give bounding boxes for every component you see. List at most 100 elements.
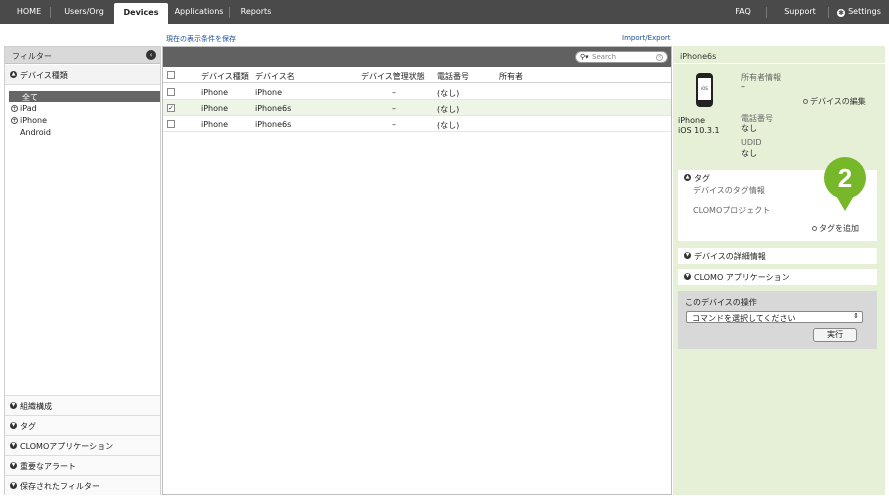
- cell-status: –: [392, 104, 396, 113]
- cell-phone: (なし): [437, 105, 460, 114]
- callout-pointer: [835, 194, 855, 211]
- add-tag-label: タグを追加: [819, 224, 859, 233]
- chevron-down-icon: ▼: [10, 462, 17, 469]
- detail-info-label: デバイスの詳細情報: [694, 252, 766, 261]
- clomo-app-section[interactable]: ▼ CLOMO アプリケーション: [678, 269, 877, 285]
- top-navigation: HOME Users/Org Devices Applications Repo…: [0, 0, 889, 24]
- cell-device-name: iPhone: [255, 88, 283, 97]
- nav-separator: [229, 7, 230, 18]
- divider: [673, 63, 885, 64]
- filter-title: フィルター: [12, 52, 52, 61]
- gear-icon: ✱: [837, 9, 846, 17]
- select-all-checkbox[interactable]: [167, 71, 175, 79]
- sidebar-section-tag[interactable]: ▼ タグ: [5, 415, 160, 435]
- filter-sidebar: フィルター ‹ ▲ デバイス種類 全て + iPad + iPhone Andr…: [4, 46, 161, 495]
- column-header[interactable]: デバイス管理状態: [361, 71, 425, 82]
- column-header[interactable]: 電話番号: [437, 71, 469, 82]
- sidebar-section-label: 保存されたフィルター: [20, 482, 100, 491]
- nav-support-link[interactable]: Support: [780, 0, 820, 24]
- edit-device-link[interactable]: デバイスの編集: [803, 96, 866, 107]
- cell-status: –: [392, 120, 396, 129]
- device-model: iPhone: [678, 116, 706, 125]
- tag-section-title[interactable]: タグ: [694, 173, 710, 184]
- circle-bullet-icon: [812, 226, 817, 231]
- device-os: iOS 10.3.1: [678, 126, 720, 135]
- search-placeholder: Search: [592, 53, 617, 61]
- edit-device-label: デバイスの編集: [810, 97, 866, 106]
- import-export-link[interactable]: Import/Export: [622, 34, 671, 42]
- device-detail-title: iPhone6s: [680, 52, 717, 61]
- nav-settings-link[interactable]: ✱ Settings: [834, 0, 884, 24]
- owner-label: 所有者情報: [741, 73, 781, 82]
- table-row[interactable]: iPhone iPhone – (なし): [163, 84, 671, 100]
- detail-info-section[interactable]: ▼ デバイスの詳細情報: [678, 248, 877, 264]
- chevron-down-icon: ▼: [10, 422, 17, 429]
- cell-device-type: iPhone: [201, 88, 229, 97]
- expand-plus-icon[interactable]: +: [11, 105, 18, 112]
- filter-item-label: iPad: [20, 104, 37, 113]
- filter-item-ipad[interactable]: + iPad: [5, 103, 160, 114]
- device-table-panel: ⚲▾ Search × デバイス種類 デバイス名 デバイス管理状態 電話番号 所…: [162, 46, 672, 495]
- chevron-down-icon: ▼: [10, 482, 17, 489]
- chevron-up-icon: ▲: [10, 71, 17, 78]
- collapse-left-icon[interactable]: ‹: [146, 50, 156, 60]
- nav-tab-reports[interactable]: Reports: [234, 0, 278, 24]
- sidebar-section-org[interactable]: ▼ 組織構成: [5, 395, 160, 415]
- device-operation-section: このデバイスの操作 コマンドを選択してください ⇕ 実行: [678, 291, 877, 349]
- nav-separator: [766, 7, 767, 18]
- nav-tab-users-org[interactable]: Users/Org: [56, 0, 112, 24]
- cell-phone: (なし): [437, 121, 460, 130]
- filter-item-label: iPhone: [20, 116, 48, 125]
- updown-arrow-icon: ⇕: [853, 312, 859, 320]
- table-row[interactable]: ✓ iPhone iPhone6s – (なし): [163, 100, 671, 116]
- cell-device-type: iPhone: [201, 104, 229, 113]
- settings-label: Settings: [848, 7, 881, 16]
- udid-value: なし: [741, 149, 757, 158]
- filter-item-all-label: 全て: [22, 93, 38, 102]
- chevron-down-icon: ▼: [684, 273, 691, 280]
- execute-button[interactable]: 実行: [813, 328, 857, 342]
- filter-item-android[interactable]: Android: [5, 127, 160, 138]
- row-checkbox[interactable]: [167, 120, 175, 128]
- callout-marker: 2: [824, 157, 866, 211]
- command-select[interactable]: コマンドを選択してください ⇕: [686, 311, 863, 323]
- nav-tab-home[interactable]: HOME: [8, 0, 50, 24]
- column-header[interactable]: デバイス種類: [201, 71, 249, 82]
- sidebar-section-label: 組織構成: [20, 402, 52, 411]
- nav-tab-applications[interactable]: Applications: [172, 0, 226, 24]
- cell-status: –: [392, 88, 396, 97]
- row-checkbox-checked[interactable]: ✓: [167, 104, 175, 112]
- device-detail-panel: iPhone6s iOS iPhone iOS 10.3.1 所有者情報 – デ…: [673, 46, 885, 495]
- clear-icon[interactable]: ×: [656, 54, 663, 61]
- device-type-label: デバイス種類: [20, 71, 68, 80]
- sidebar-section-clomo-app[interactable]: ▼ CLOMOアプリケーション: [5, 435, 160, 455]
- filter-item-iphone[interactable]: + iPhone: [5, 115, 160, 126]
- add-tag-link[interactable]: タグを追加: [812, 223, 859, 234]
- tag-info-label: デバイスのタグ情報: [693, 186, 765, 195]
- phone-screen: iOS: [698, 78, 711, 100]
- nav-tab-devices[interactable]: Devices: [114, 3, 168, 24]
- nav-faq-link[interactable]: FAQ: [728, 0, 758, 24]
- filter-item-all[interactable]: 全て: [9, 91, 160, 102]
- row-checkbox[interactable]: [167, 88, 175, 96]
- column-header[interactable]: デバイス名: [255, 71, 295, 82]
- chevron-up-icon[interactable]: ▲: [684, 174, 691, 181]
- cell-device-type: iPhone: [201, 120, 229, 129]
- expand-plus-icon[interactable]: +: [11, 117, 18, 124]
- chevron-down-icon: ▼: [10, 442, 17, 449]
- search-icon: ⚲▾: [580, 53, 589, 61]
- save-filter-link[interactable]: 現在の表示条件を保存: [166, 34, 236, 44]
- nav-separator: [50, 7, 51, 18]
- device-type-section[interactable]: ▲ デバイス種類: [5, 65, 160, 85]
- sidebar-section-alerts[interactable]: ▼ 重要なアラート: [5, 455, 160, 475]
- filter-item-label: Android: [20, 128, 51, 137]
- sidebar-section-label: タグ: [20, 422, 36, 431]
- sidebar-section-label: CLOMOアプリケーション: [20, 442, 114, 451]
- circle-bullet-icon: [803, 99, 808, 104]
- sidebar-section-saved-filters[interactable]: ▼ 保存されたフィルター: [5, 475, 160, 495]
- cell-phone: (なし): [437, 89, 460, 98]
- iphone-icon: iOS: [696, 73, 713, 107]
- column-header[interactable]: 所有者: [499, 71, 523, 82]
- search-box[interactable]: ⚲▾ Search ×: [575, 51, 668, 63]
- table-row[interactable]: iPhone iPhone6s – (なし): [163, 116, 671, 132]
